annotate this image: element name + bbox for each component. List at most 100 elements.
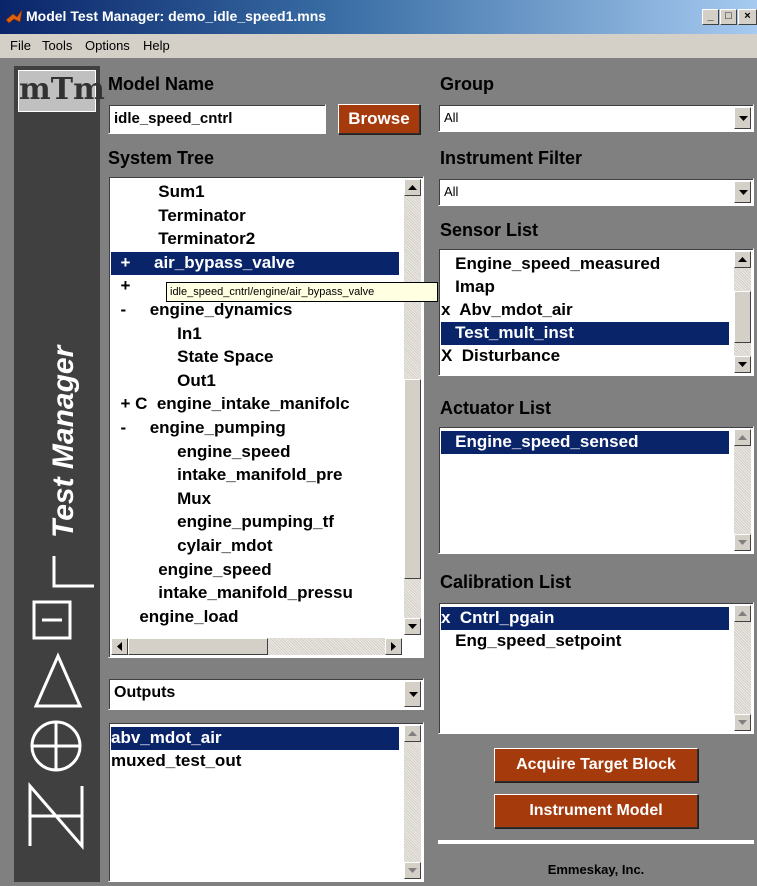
system-tree-label: System Tree <box>108 148 215 168</box>
tree-vertical-scrollbar[interactable] <box>404 179 421 635</box>
sensor-scroll-down-button[interactable] <box>734 356 751 373</box>
calibration-item[interactable]: x Cntrl_pgain <box>441 607 729 630</box>
calibration-list-label: Calibration List <box>440 572 572 592</box>
tree-item[interactable]: engine_speed <box>111 559 399 582</box>
group-label: Group <box>440 74 494 94</box>
calibration-list[interactable]: x Cntrl_pgain Eng_speed_setpoint <box>438 602 754 734</box>
group-dropdown[interactable]: All <box>438 104 754 132</box>
sensor-scrollbar[interactable] <box>734 251 751 373</box>
outputs-scrollbar[interactable] <box>404 725 421 879</box>
browse-button[interactable]: Browse <box>338 104 420 134</box>
tree-item[interactable]: intake_manifold_pre <box>111 464 399 487</box>
arrow-down-icon <box>408 624 417 629</box>
calibration-item[interactable]: Eng_speed_setpoint <box>441 630 729 653</box>
mtm-logo: mTm <box>18 70 105 112</box>
arrow-up-icon <box>408 731 417 736</box>
close-button[interactable]: × <box>738 9 757 25</box>
model-name-label: Model Name <box>108 74 215 94</box>
tree-item[interactable]: Out1 <box>111 370 399 393</box>
outputs-dropdown-button[interactable] <box>404 681 421 707</box>
sensor-list-label: Sensor List <box>440 220 539 240</box>
tree-item[interactable]: engine_speed <box>111 441 399 464</box>
tree-item[interactable]: + air_bypass_valve <box>111 251 399 275</box>
matlab-logo-icon <box>5 9 23 24</box>
arrow-left-icon <box>117 642 122 651</box>
arrow-up-icon <box>738 435 747 440</box>
menu-file[interactable]: File <box>10 38 31 53</box>
calibration-scroll-down-button[interactable] <box>734 714 751 731</box>
tree-item[interactable]: Sum1 <box>111 181 399 204</box>
sensor-scroll-thumb[interactable] <box>734 291 751 343</box>
tree-item[interactable]: - engine_pumping <box>111 417 399 440</box>
sensor-item[interactable]: Test_mult_inst <box>441 322 729 345</box>
system-tree[interactable]: Sum1 Terminator Terminator2 + air_bypass… <box>108 176 424 658</box>
tree-scroll-right-button[interactable] <box>385 638 402 655</box>
svg-text:Test Manager: Test Manager <box>47 343 80 538</box>
acquire-target-block-button[interactable]: Acquire Target Block <box>494 748 698 782</box>
arrow-up-icon <box>738 257 747 262</box>
model-logo-graphic <box>28 556 94 851</box>
arrow-down-icon <box>738 720 747 725</box>
tree-item[interactable]: + C engine_intake_manifolc <box>111 393 399 416</box>
tree-scroll-left-button[interactable] <box>111 638 128 655</box>
actuator-scroll-up-button[interactable] <box>734 429 751 446</box>
tree-item[interactable]: In1 <box>111 323 399 346</box>
maximize-button[interactable]: □ <box>720 9 737 25</box>
tree-scroll-thumb[interactable] <box>404 379 421 579</box>
tree-item[interactable]: State Space <box>111 346 399 369</box>
arrow-down-icon <box>408 868 417 873</box>
company-footer: Emmeskay, Inc. <box>547 862 645 877</box>
instrument-filter-dropdown[interactable]: All <box>438 178 754 206</box>
chevron-down-icon <box>409 692 418 697</box>
tree-item[interactable]: - engine_dynamics <box>111 299 399 322</box>
tree-item[interactable]: Terminator2 <box>111 228 399 251</box>
menu-bar: File Tools Options Help <box>0 34 757 58</box>
menu-tools[interactable]: Tools <box>42 38 72 53</box>
sensor-scroll-up-button[interactable] <box>734 251 751 268</box>
actuator-list-label: Actuator List <box>440 398 552 418</box>
tree-item[interactable]: engine_load <box>111 606 399 629</box>
chevron-down-icon <box>739 190 748 195</box>
group-dropdown-button[interactable] <box>734 107 751 129</box>
arrow-up-icon <box>408 185 417 190</box>
outputs-scroll-up-button[interactable] <box>404 725 421 742</box>
tree-scroll-up-button[interactable] <box>404 179 421 196</box>
actuator-list[interactable]: Engine_speed_sensed <box>438 426 754 554</box>
tree-item[interactable]: Terminator <box>111 205 399 228</box>
minimize-button[interactable]: _ <box>702 9 719 25</box>
sensor-item[interactable]: Imap <box>441 276 729 299</box>
tree-item[interactable]: cylair_mdot <box>111 535 399 558</box>
outputs-item[interactable]: abv_mdot_air <box>111 727 399 750</box>
arrow-right-icon <box>391 642 396 651</box>
main-panel: mTm Test Manager Model Name idle_speed_c… <box>0 58 757 886</box>
model-name-value: idle_speed_cntrl <box>114 110 233 127</box>
tree-tooltip: idle_speed_cntrl/engine/air_bypass_valve <box>166 282 438 302</box>
tree-item[interactable]: engine_pumping_tf <box>111 511 399 534</box>
sensor-item[interactable]: Engine_speed_measured <box>441 253 729 276</box>
sensor-item[interactable]: X Disturbance <box>441 345 729 368</box>
actuator-scroll-down-button[interactable] <box>734 534 751 551</box>
tree-scroll-down-button[interactable] <box>404 618 421 635</box>
actuator-scrollbar[interactable] <box>734 429 751 551</box>
tree-item[interactable]: Mux <box>111 488 399 511</box>
tree-horizontal-scrollbar[interactable] <box>111 638 402 655</box>
outputs-scroll-down-button[interactable] <box>404 862 421 879</box>
tree-hscroll-thumb[interactable] <box>128 638 268 655</box>
instrument-filter-dropdown-button[interactable] <box>734 181 751 203</box>
outputs-selected: Outputs <box>114 684 176 701</box>
outputs-list[interactable]: abv_mdot_air muxed_test_out <box>108 722 424 882</box>
model-name-field[interactable]: idle_speed_cntrl <box>108 104 326 134</box>
outputs-dropdown[interactable]: Outputs <box>108 678 424 710</box>
calibration-scroll-up-button[interactable] <box>734 605 751 622</box>
outputs-item[interactable]: muxed_test_out <box>111 750 399 773</box>
chevron-down-icon <box>739 116 748 121</box>
menu-options[interactable]: Options <box>85 38 130 53</box>
sensor-item[interactable]: x Abv_mdot_air <box>441 299 729 322</box>
menu-help[interactable]: Help <box>143 38 170 53</box>
tree-item[interactable]: intake_manifold_pressu <box>111 582 399 605</box>
sensor-list[interactable]: Engine_speed_measured Imap x Abv_mdot_air… <box>438 248 754 376</box>
calibration-scrollbar[interactable] <box>734 605 751 731</box>
actuator-item[interactable]: Engine_speed_sensed <box>441 431 729 454</box>
instrument-model-button[interactable]: Instrument Model <box>494 794 698 828</box>
title-bar[interactable]: Model Test Manager: demo_idle_speed1.mns… <box>0 0 757 34</box>
